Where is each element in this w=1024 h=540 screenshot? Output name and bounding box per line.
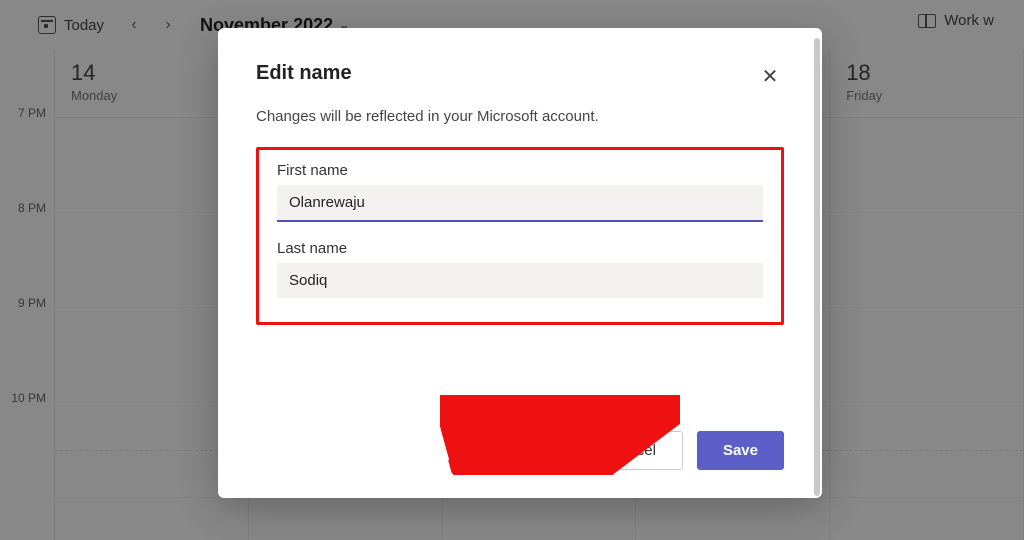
close-icon: ✕ [762,64,779,89]
edit-name-dialog: Edit name ✕ Changes will be reflected in… [218,28,822,498]
dialog-footer: Cancel Save [582,431,784,470]
close-button[interactable]: ✕ [756,62,784,90]
cancel-button[interactable]: Cancel [582,431,683,470]
dialog-scrollbar[interactable] [814,38,820,496]
dialog-subtitle: Changes will be reflected in your Micros… [256,108,784,125]
last-name-field: Last name [277,240,763,298]
last-name-label: Last name [277,240,763,257]
first-name-input[interactable] [277,185,763,222]
last-name-input[interactable] [277,263,763,298]
first-name-field: First name [277,162,763,222]
annotation-highlight: First name Last name [256,147,784,325]
save-button[interactable]: Save [697,431,784,470]
first-name-label: First name [277,162,763,179]
dialog-title: Edit name [256,62,352,85]
